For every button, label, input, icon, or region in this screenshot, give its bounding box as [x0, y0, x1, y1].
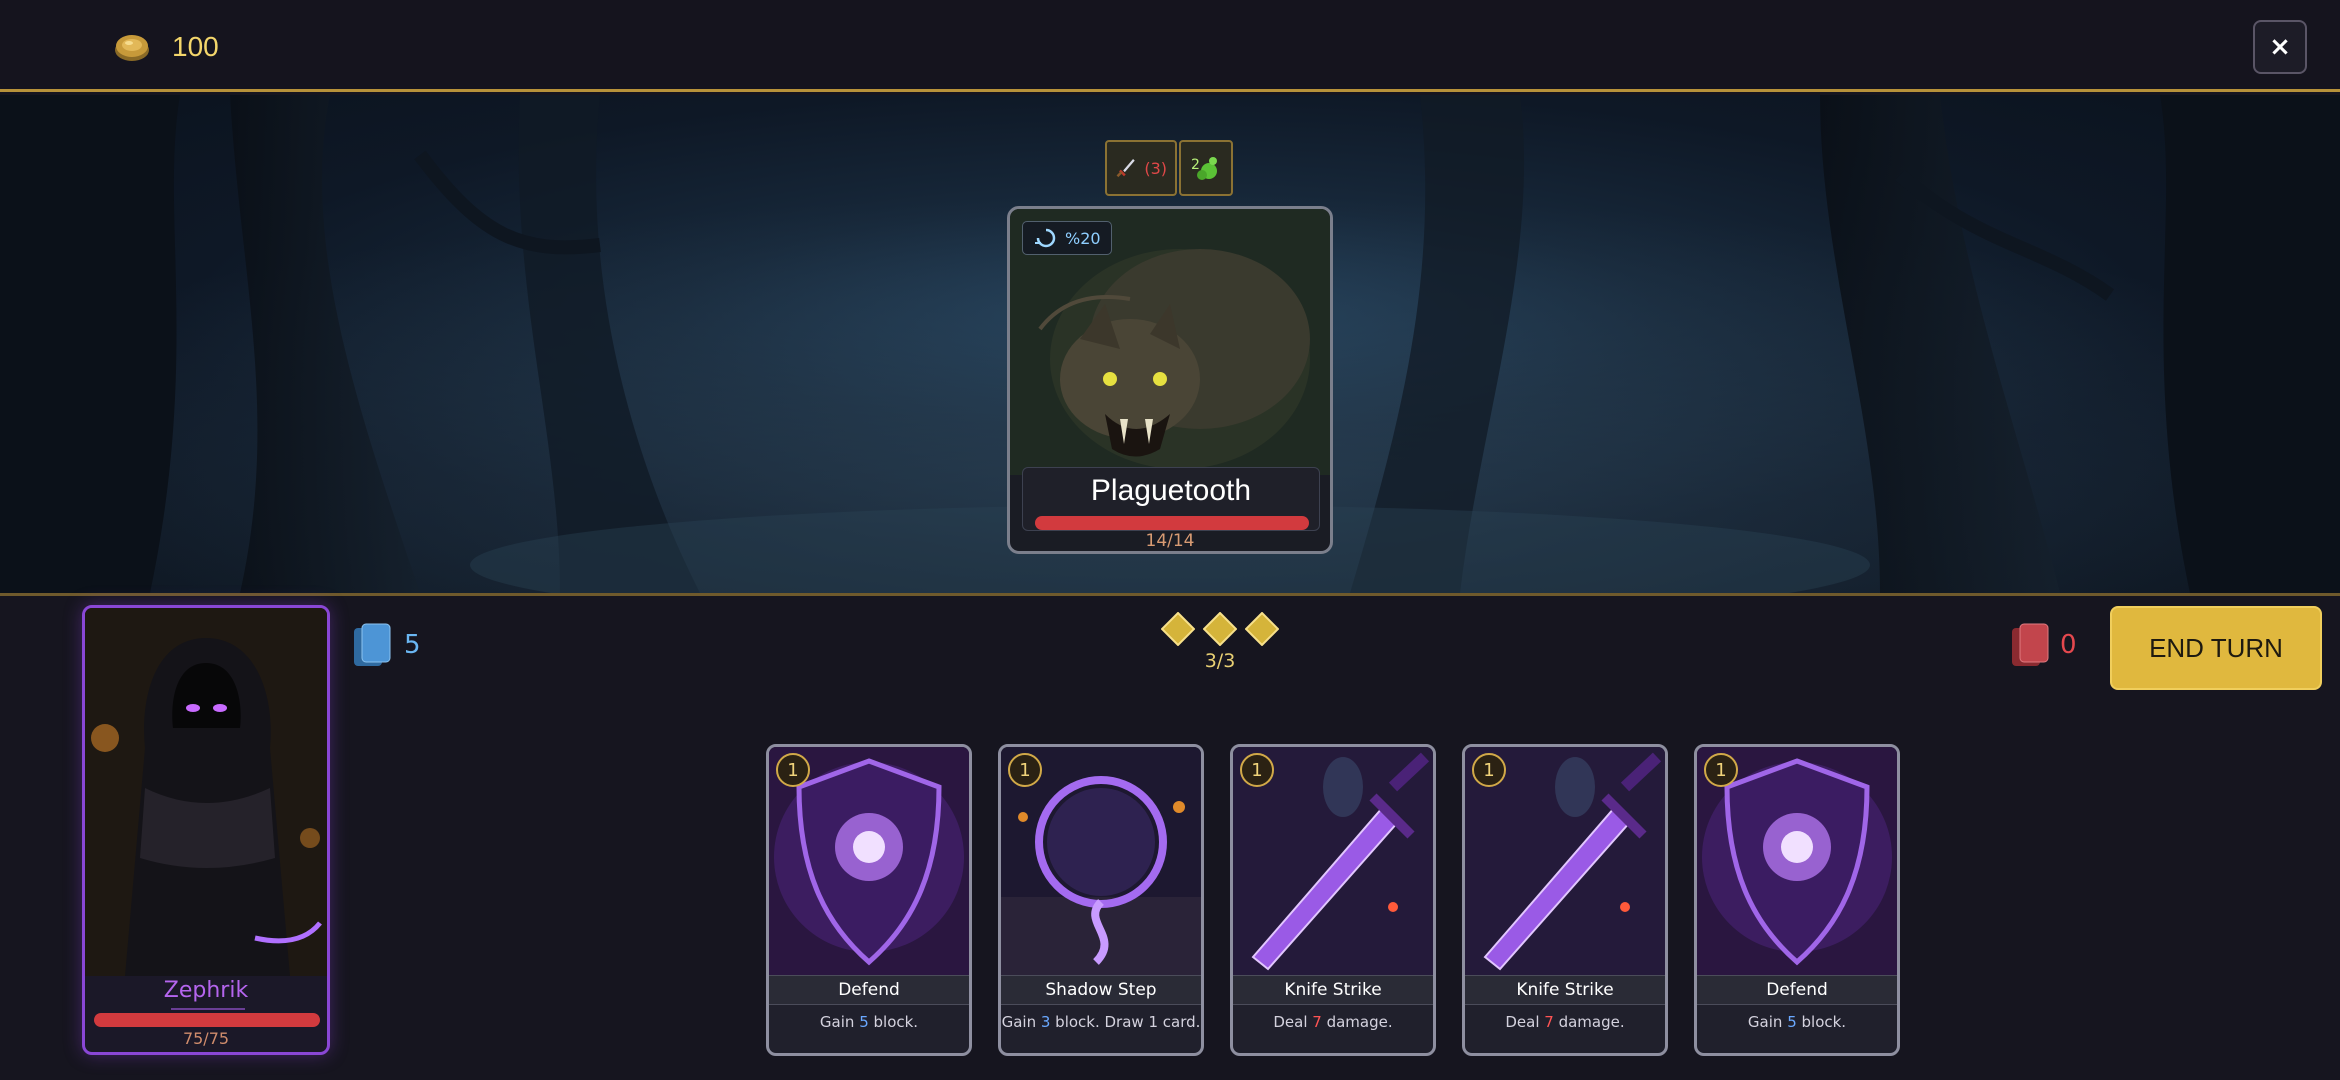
enemy-intent-badge: %20 — [1022, 221, 1112, 255]
hand: 1 Defend Gain 5 block. 1 Shadow Step Gai… — [766, 744, 1900, 1056]
discard-pile-icon — [2012, 623, 2049, 666]
hand-card[interactable]: 1 Shadow Step Gain 3 block. Draw 1 card. — [998, 744, 1204, 1056]
battle-scene: (3) 2 %20 Plaguetooth 14/14 — [0, 95, 2340, 593]
card-value: 3 — [1040, 1013, 1051, 1031]
hand-card[interactable]: 1 Knife Strike Deal 7 damage. — [1230, 744, 1436, 1056]
discard-pile-count: 0 — [2060, 630, 2077, 660]
card-title: Defend — [1766, 980, 1828, 1000]
card-title: Defend — [838, 980, 900, 1000]
card-value: 7 — [1544, 1013, 1554, 1031]
card-value: 5 — [1787, 1013, 1797, 1031]
enemy-status-row: (3) 2 — [1105, 140, 1233, 196]
hero-card[interactable]: Zephrik 75/75 — [82, 605, 330, 1055]
card-cost: 1 — [1008, 753, 1042, 787]
energy-display: 3/3 — [1150, 612, 1290, 672]
energy-text: 3/3 — [1204, 650, 1236, 672]
card-title-bar: Defend — [1697, 975, 1897, 1005]
enemy-attack-value: (3) — [1144, 158, 1167, 178]
card-title-bar: Defend — [769, 975, 969, 1005]
intent-value: %20 — [1065, 228, 1101, 248]
card-title-bar: Knife Strike — [1233, 975, 1433, 1005]
energy-gem-icon — [1203, 612, 1237, 646]
card-description: Gain 3 block. Draw 1 card. — [1001, 1013, 1201, 1031]
card-title: Knife Strike — [1284, 980, 1382, 1000]
draw-pile-icon — [354, 623, 391, 666]
hero-name-underline — [171, 1008, 245, 1010]
discard-pile[interactable]: 0 — [2010, 622, 2077, 668]
draw-pile-count: 5 — [404, 630, 421, 660]
card-description: Deal 7 damage. — [1505, 1013, 1625, 1031]
card-title-bar: Knife Strike — [1465, 975, 1665, 1005]
poison-value: 2 — [1191, 157, 1200, 173]
scene-divider — [0, 593, 2340, 596]
hero-hp-text: 75/75 — [182, 1029, 230, 1048]
card-description: Gain 5 block. — [819, 1013, 919, 1031]
hand-card[interactable]: 1 Defend Gain 5 block. — [1694, 744, 1900, 1056]
card-title-bar: Shadow Step — [1001, 975, 1201, 1005]
hero-health-bar — [94, 1013, 320, 1027]
sword-icon — [1116, 158, 1135, 178]
hand-card[interactable]: 1 Knife Strike Deal 7 damage. — [1462, 744, 1668, 1056]
enemy-info-plate: Plaguetooth — [1022, 467, 1320, 531]
energy-gem-icon — [1161, 612, 1195, 646]
card-description: Deal 7 damage. — [1273, 1013, 1393, 1031]
card-value: 5 — [859, 1013, 869, 1031]
zephrik-portrait — [85, 608, 327, 976]
card-cost: 1 — [776, 753, 810, 787]
gold-coin-icon — [115, 35, 149, 61]
top-bar: 100 × — [0, 0, 2340, 92]
card-value: 7 — [1312, 1013, 1322, 1031]
intent-swirl-icon — [1035, 228, 1056, 248]
card-title: Knife Strike — [1516, 980, 1614, 1000]
gold-display: 100 — [112, 26, 219, 68]
energy-gems — [1150, 612, 1290, 646]
enemy-hp-text: 14/14 — [1145, 531, 1195, 551]
card-title: Shadow Step — [1045, 980, 1157, 1000]
enemy-card[interactable]: %20 Plaguetooth 14/14 — [1007, 206, 1333, 554]
card-cost: 1 — [1472, 753, 1506, 787]
enemy-poison-status: 2 — [1179, 140, 1233, 196]
hero-name: Zephrik — [163, 978, 249, 1003]
card-cost: 1 — [1704, 753, 1738, 787]
close-button[interactable]: × — [2253, 20, 2307, 74]
enemy-attack-status: (3) — [1105, 140, 1177, 196]
energy-gem-icon — [1245, 612, 1279, 646]
draw-pile[interactable]: 5 — [352, 622, 421, 668]
enemy-name: Plaguetooth — [1090, 474, 1252, 507]
gold-amount: 100 — [172, 31, 219, 62]
enemy-health-bar — [1035, 516, 1309, 530]
poison-icon: 2 — [1191, 157, 1217, 180]
end-turn-button[interactable]: END TURN — [2110, 606, 2322, 690]
hand-card[interactable]: 1 Defend Gain 5 block. — [766, 744, 972, 1056]
card-cost: 1 — [1240, 753, 1274, 787]
card-description: Gain 5 block. — [1747, 1013, 1847, 1031]
